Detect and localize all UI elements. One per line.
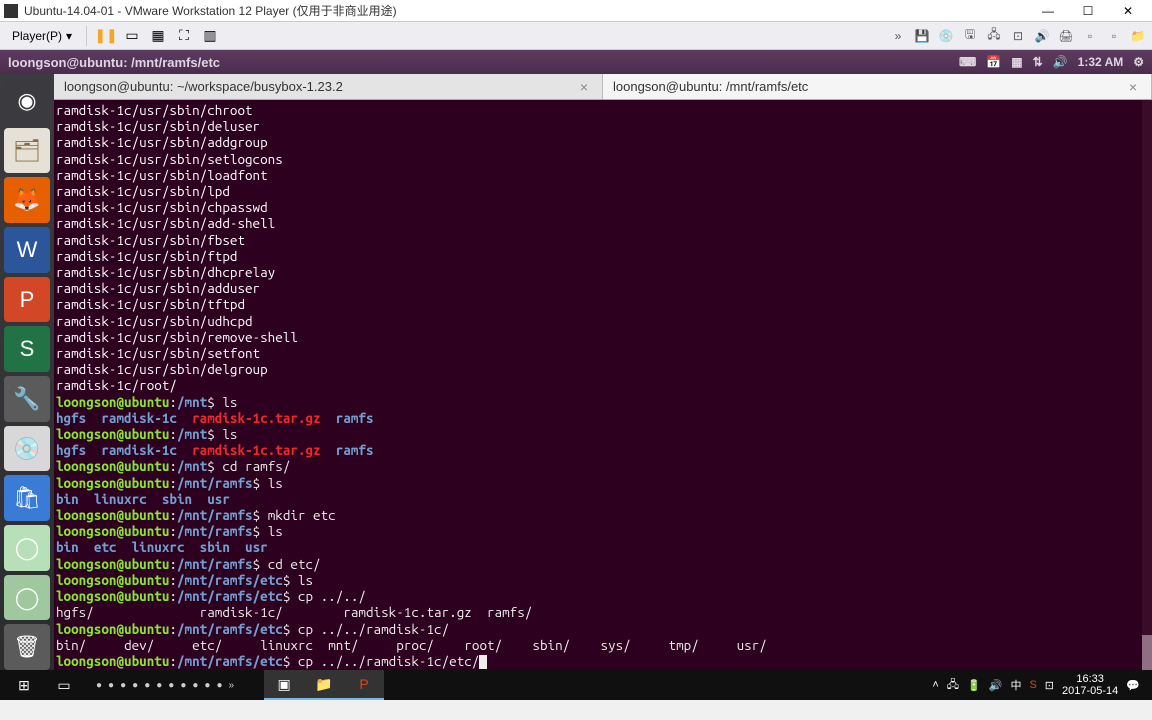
quick-launch: ● ● ● ● ● ● ● ● ● ● ● <box>96 680 223 691</box>
sound-indicator[interactable]: 🔊 <box>1053 55 1068 69</box>
vm-tools-icon[interactable]: 🔧 <box>4 376 50 422</box>
floppy-icon[interactable]: 🖫 <box>960 26 980 46</box>
maximize-button[interactable]: ☐ <box>1068 0 1108 22</box>
vmware-titlebar: Ubuntu-14.04-01 - VMware Workstation 12 … <box>0 0 1152 22</box>
taskbar-clock[interactable]: 16:33 2017-05-14 <box>1062 673 1118 697</box>
network-icon[interactable]: 🖧 <box>984 26 1004 46</box>
printer-icon[interactable]: 🖨 <box>1056 26 1076 46</box>
tab-close-icon[interactable]: × <box>576 79 592 95</box>
ql-icon[interactable]: ● <box>120 680 126 691</box>
ql-icon[interactable]: ● <box>156 680 162 691</box>
tray-volume-icon[interactable]: 🔊 <box>989 679 1003 692</box>
minimize-button[interactable]: — <box>1028 0 1068 22</box>
separator <box>86 26 87 46</box>
cd-icon[interactable]: 💿 <box>936 26 956 46</box>
ql-icon[interactable]: ● <box>108 680 114 691</box>
files-indicator[interactable]: ▦ <box>1011 55 1022 69</box>
terminal-tab-1[interactable]: loongson@ubuntu: ~/workspace/busybox-1.2… <box>54 74 603 99</box>
files-icon[interactable]: 🗂 <box>4 128 50 174</box>
clock-date: 2017-05-14 <box>1062 685 1118 697</box>
app-icon[interactable]: ◯ <box>4 525 50 571</box>
ql-icon[interactable]: ● <box>144 680 150 691</box>
notification-icon[interactable]: 💬 <box>1126 679 1140 692</box>
calendar-indicator[interactable]: 📅 <box>986 55 1001 69</box>
device-icon[interactable]: ▫ <box>1080 26 1100 46</box>
tab-label: loongson@ubuntu: /mnt/ramfs/etc <box>613 79 808 94</box>
pause-button[interactable]: ❚❚ <box>95 25 117 47</box>
tab-close-icon[interactable]: × <box>1125 79 1141 95</box>
trash-icon[interactable]: 🗑 <box>4 624 50 670</box>
usb-icon[interactable]: ⊡ <box>1008 26 1028 46</box>
clock-time: 16:33 <box>1062 673 1118 685</box>
vmware-toolbar: Player(P) ▾ ❚❚ ▭ ▦ ⛶ ▥ » 💾 💿 🖫 🖧 ⊡ 🔊 🖨 ▫… <box>0 22 1152 50</box>
explorer-task-button[interactable]: 📁 <box>304 670 344 700</box>
tray-icon[interactable]: S <box>1029 679 1036 691</box>
ql-icon[interactable]: ● <box>180 680 186 691</box>
scrollbar-thumb[interactable] <box>1142 635 1152 670</box>
tray-chevron-icon[interactable]: ˄ <box>932 679 938 691</box>
vmware-icon <box>4 4 18 18</box>
ql-icon[interactable]: ● <box>168 680 174 691</box>
excel-icon[interactable]: S <box>4 326 50 372</box>
hdd-icon[interactable]: 💾 <box>912 26 932 46</box>
start-button[interactable]: ⊞ <box>4 670 44 700</box>
terminal-cursor <box>479 655 487 669</box>
device-icons: » 💾 💿 🖫 🖧 ⊡ 🔊 🖨 ▫ ▫ 📁 <box>888 26 1148 46</box>
powerpoint-task-button[interactable]: P <box>344 670 384 700</box>
sound-icon[interactable]: 🔊 <box>1032 26 1052 46</box>
terminal-tab-2[interactable]: loongson@ubuntu: /mnt/ramfs/etc × <box>603 74 1152 99</box>
powerpoint-icon[interactable]: P <box>4 277 50 323</box>
unity-launcher: ◉ 🗂 🦊 W P S 🔧 💿 🛍 ◯ ◯ 🗑 <box>0 74 54 670</box>
chevron-icon[interactable]: » <box>229 680 235 691</box>
terminal-window: loongson@ubuntu: ~/workspace/busybox-1.2… <box>54 74 1152 670</box>
close-button[interactable]: ✕ <box>1108 0 1148 22</box>
tray-ime-icon[interactable]: 中 <box>1010 677 1021 693</box>
ql-icon[interactable]: ● <box>132 680 138 691</box>
gear-icon[interactable]: ⚙ <box>1133 55 1144 69</box>
word-icon[interactable]: W <box>4 227 50 273</box>
bt-icon[interactable]: ▫ <box>1104 26 1124 46</box>
keyboard-indicator[interactable]: ⌨ <box>959 55 976 69</box>
terminal-body[interactable]: ramdisk-1c/usr/sbin/chroot ramdisk-1c/us… <box>54 100 1152 670</box>
windows-taskbar: ⊞ ▭ ● ● ● ● ● ● ● ● ● ● ● » ▣ 📁 P ˄ 🖧 🔋 … <box>0 670 1152 700</box>
clock-indicator[interactable]: 1:32 AM <box>1078 55 1124 69</box>
ubuntu-top-panel: loongson@ubuntu: /mnt/ramfs/etc ⌨ 📅 ▦ ⇅ … <box>0 50 1152 74</box>
software-center-icon[interactable]: 🛍 <box>4 475 50 521</box>
folder-icon[interactable]: 📁 <box>1128 26 1148 46</box>
ql-icon[interactable]: ● <box>216 680 222 691</box>
tab-label: loongson@ubuntu: ~/workspace/busybox-1.2… <box>64 79 343 94</box>
window-title: Ubuntu-14.04-01 - VMware Workstation 12 … <box>24 2 1028 19</box>
ql-icon[interactable]: ● <box>192 680 198 691</box>
send-cad-button[interactable]: ▦ <box>147 25 169 47</box>
unity-button[interactable]: ▥ <box>199 25 221 47</box>
system-tray: ˄ 🖧 🔋 🔊 中 S ⊡ 16:33 2017-05-14 💬 <box>932 673 1148 697</box>
tray-icon[interactable]: ⊡ <box>1045 679 1054 692</box>
snapshot-button[interactable]: ▭ <box>121 25 143 47</box>
scrollbar-track[interactable] <box>1142 100 1152 670</box>
terminal-output: ramdisk-1c/usr/sbin/chroot ramdisk-1c/us… <box>56 102 298 393</box>
disk-icon[interactable]: 💿 <box>4 426 50 472</box>
fullscreen-button[interactable]: ⛶ <box>173 25 195 47</box>
network-indicator[interactable]: ⇅ <box>1033 55 1043 69</box>
panel-title: loongson@ubuntu: /mnt/ramfs/etc <box>8 55 959 70</box>
dash-icon[interactable]: ◉ <box>4 78 50 124</box>
tray-battery-icon[interactable]: 🔋 <box>967 679 981 692</box>
firefox-icon[interactable]: 🦊 <box>4 177 50 223</box>
player-menu[interactable]: Player(P) ▾ <box>4 27 80 45</box>
vmware-task-button[interactable]: ▣ <box>264 670 304 700</box>
app2-icon[interactable]: ◯ <box>4 575 50 621</box>
tray-network-icon[interactable]: 🖧 <box>947 676 959 695</box>
ql-icon[interactable]: ● <box>204 680 210 691</box>
terminal-tabs: loongson@ubuntu: ~/workspace/busybox-1.2… <box>54 74 1152 100</box>
player-menu-label: Player(P) <box>12 29 62 43</box>
dropdown-icon: ▾ <box>66 29 72 43</box>
chevron-icon[interactable]: » <box>888 26 908 46</box>
task-view-button[interactable]: ▭ <box>44 670 84 700</box>
ql-icon[interactable]: ● <box>96 680 102 691</box>
